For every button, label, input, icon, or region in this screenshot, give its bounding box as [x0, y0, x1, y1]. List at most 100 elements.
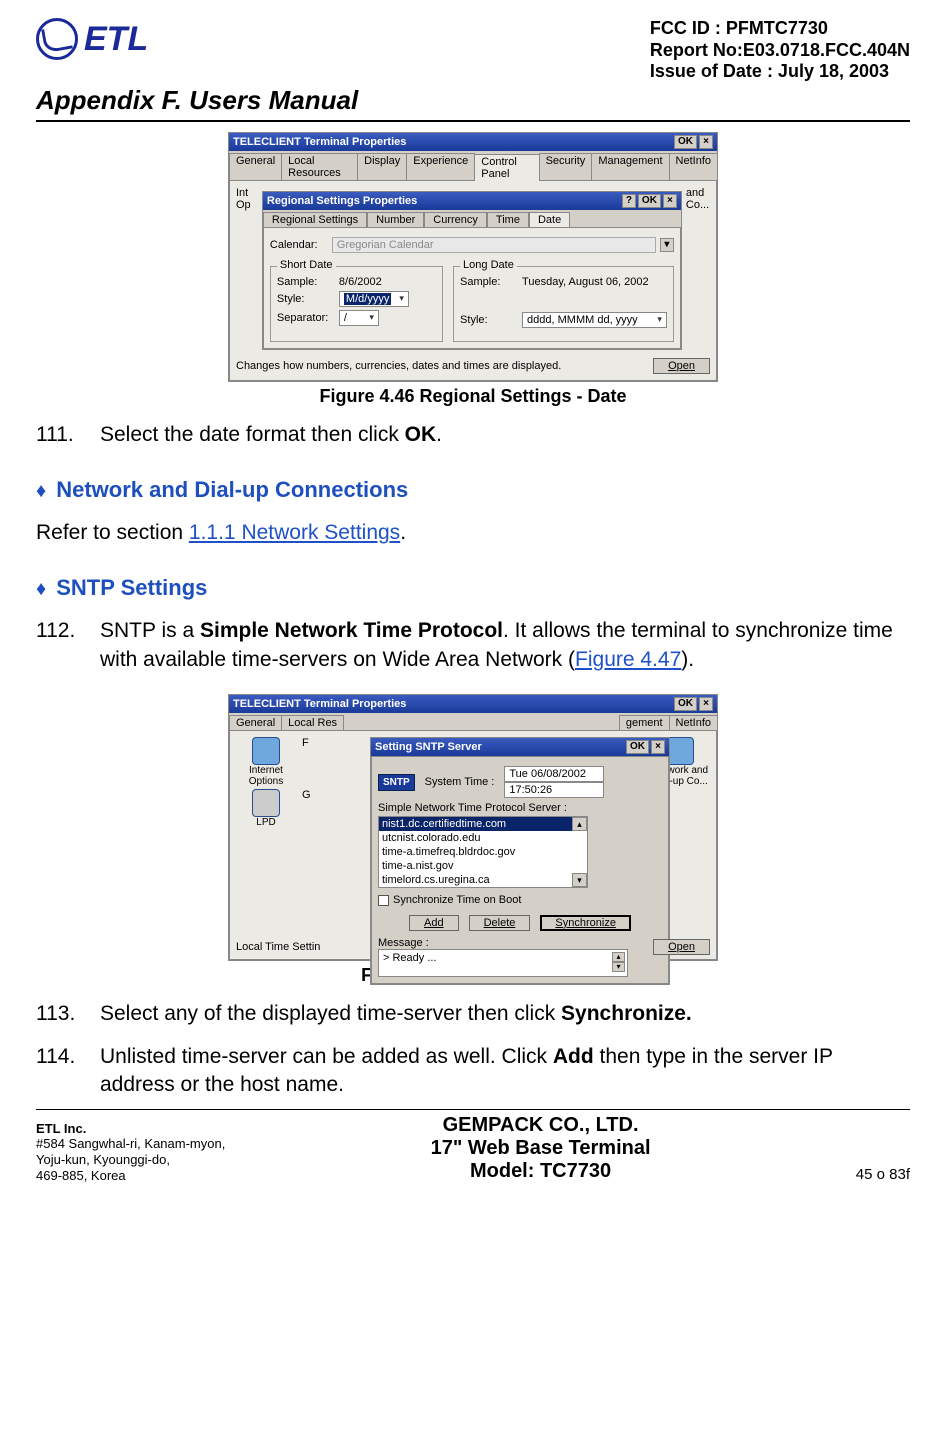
close-button[interactable]: × — [699, 697, 713, 711]
step-112-num: 112. — [36, 617, 100, 674]
link-network-settings[interactable]: 1.1.1 Network Settings — [189, 521, 400, 544]
tab-experience[interactable]: Experience — [406, 153, 475, 180]
open-label: Open — [668, 941, 695, 953]
sync-on-boot-checkbox[interactable]: Synchronize Time on Boot — [378, 894, 521, 906]
report-no: Report No:E03.0718.FCC.404N — [650, 40, 910, 62]
help-button[interactable]: ? — [622, 194, 636, 208]
section-sntp-settings: ♦SNTP Settings — [36, 573, 910, 603]
truncated-icon-label: F — [302, 737, 309, 787]
ok-button[interactable]: OK — [674, 697, 697, 711]
server-item[interactable]: time-a.timefreq.bldrdoc.gov — [379, 845, 587, 859]
sntp-main-title: TELECLIENT Terminal Properties — [233, 698, 406, 710]
tab-netinfo[interactable]: NetInfo — [669, 153, 718, 180]
sntp-close-button[interactable]: × — [651, 740, 665, 754]
spin-down-icon[interactable]: ▾ — [612, 962, 625, 972]
truncated-right-text-1: and — [686, 187, 710, 199]
server-listbox[interactable]: nist1.dc.certifiedtime.com utcnist.color… — [378, 816, 588, 888]
server-item[interactable]: timelord.cs.uregina.ca — [379, 873, 587, 887]
tab-general[interactable]: General — [229, 153, 282, 180]
short-style-value: M/d/yyyy — [344, 293, 391, 305]
appendix-title: Appendix F. Users Manual — [36, 85, 910, 116]
scroll-down-icon[interactable]: ▾ — [572, 873, 587, 887]
logo-icon — [36, 18, 78, 60]
subtab-date[interactable]: Date — [529, 212, 570, 227]
calendar-combo[interactable]: Gregorian Calendar — [332, 237, 656, 253]
long-sample-label: Sample: — [460, 276, 518, 288]
tab-netinfo[interactable]: NetInfo — [669, 715, 718, 730]
section-network-dialup: ♦Network and Dial-up Connections — [36, 475, 910, 505]
sample-label: Sample: — [277, 276, 335, 288]
tab-general[interactable]: General — [229, 715, 282, 730]
tab-local-resources[interactable]: Local Resources — [281, 153, 358, 180]
doc-meta: FCC ID : PFMTC7730 Report No:E03.0718.FC… — [650, 18, 910, 83]
open-label: Open — [668, 360, 695, 372]
style-label: Style: — [277, 293, 335, 305]
system-time-label: System Time : — [425, 776, 495, 788]
globe-icon — [252, 737, 280, 765]
system-time-date: Tue 06/08/2002 — [504, 766, 604, 782]
truncated-left-icons: Int Op — [236, 187, 262, 350]
step-111-num: 111. — [36, 421, 100, 449]
logo: ETL — [36, 18, 148, 60]
synchronize-button[interactable]: Synchronize — [540, 915, 631, 931]
server-item[interactable]: utcnist.colorado.edu — [379, 831, 587, 845]
chevron-down-icon: ▾ — [365, 312, 374, 323]
footer-address: ETL Inc. #584 Sangwhal-ri, Kanam-myon, Y… — [36, 1121, 225, 1183]
printer-icon — [252, 789, 280, 817]
short-sample-value: 8/6/2002 — [339, 276, 382, 288]
close-button[interactable]: × — [699, 135, 713, 149]
tab-security[interactable]: Security — [539, 153, 593, 180]
server-item-selected[interactable]: nist1.dc.certifiedtime.com — [379, 817, 587, 831]
ok-button[interactable]: OK — [674, 135, 697, 149]
header-rule — [36, 120, 910, 122]
refer-line: Refer to section 1.1.1 Network Settings. — [36, 519, 910, 547]
sntp-dialog-title: Setting SNTP Server — [375, 741, 482, 753]
open-button[interactable]: Open — [653, 939, 710, 955]
chevron-down-icon[interactable]: ▾ — [660, 238, 674, 252]
long-style-label: Style: — [460, 314, 518, 326]
subwindow-title: Regional Settings Properties — [267, 195, 417, 207]
sub-ok-button[interactable]: OK — [638, 194, 661, 208]
chevron-down-icon: ▾ — [653, 314, 662, 325]
tab-control-panel[interactable]: Control Panel — [474, 154, 539, 181]
main-tabs: General Local Resources Display Experien… — [229, 151, 717, 180]
sntp-ok-button[interactable]: OK — [626, 740, 649, 754]
short-style-combo[interactable]: M/d/yyyy▾ — [339, 291, 409, 307]
system-time-clock: 17:50:26 — [504, 782, 604, 798]
calendar-value: Gregorian Calendar — [337, 239, 434, 251]
subtab-regional[interactable]: Regional Settings — [263, 212, 367, 227]
delete-button[interactable]: Delete — [469, 915, 531, 931]
separator-label: Separator: — [277, 312, 335, 324]
footer-company: ETL Inc. — [36, 1121, 86, 1136]
subtab-currency[interactable]: Currency — [424, 212, 487, 227]
tab-management-partial[interactable]: gement — [619, 715, 670, 730]
subtab-time[interactable]: Time — [487, 212, 529, 227]
sub-close-button[interactable]: × — [663, 194, 677, 208]
subtab-number[interactable]: Number — [367, 212, 424, 227]
logo-text: ETL — [84, 20, 148, 59]
long-style-combo[interactable]: dddd, MMMM dd, yyyy▾ — [522, 312, 667, 328]
step-111-text: Select the date format then click OK. — [100, 421, 910, 449]
diamond-icon: ♦ — [36, 578, 46, 600]
tab-local-res[interactable]: Local Res — [281, 715, 344, 730]
add-button[interactable]: Add — [409, 915, 459, 931]
fcc-id: FCC ID : PFMTC7730 — [650, 18, 910, 40]
icon-lpd[interactable]: LPD — [236, 789, 296, 828]
truncated-right-text-2: Co... — [686, 199, 710, 211]
tab-display[interactable]: Display — [357, 153, 407, 180]
server-label: Simple Network Time Protocol Server : — [378, 802, 662, 814]
separator-value: / — [344, 312, 347, 324]
step-112-text: SNTP is a Simple Network Time Protocol. … — [100, 617, 910, 674]
sntp-window: TELECLIENT Terminal Properties OK × Gene… — [228, 694, 718, 961]
step-114-num: 114. — [36, 1043, 100, 1100]
server-item[interactable]: time-a.nist.gov — [379, 859, 587, 873]
separator-combo[interactable]: /▾ — [339, 310, 379, 326]
link-figure-4-47[interactable]: Figure 4.47 — [575, 648, 681, 671]
scroll-up-icon[interactable]: ▴ — [572, 817, 587, 831]
open-button[interactable]: Open — [653, 358, 710, 374]
icon-internet-options[interactable]: Internet Options — [236, 737, 296, 787]
short-date-legend: Short Date — [277, 259, 336, 271]
regional-settings-window: TELECLIENT Terminal Properties OK × Gene… — [228, 132, 718, 382]
tab-management[interactable]: Management — [591, 153, 669, 180]
calendar-label: Calendar: — [270, 239, 328, 251]
